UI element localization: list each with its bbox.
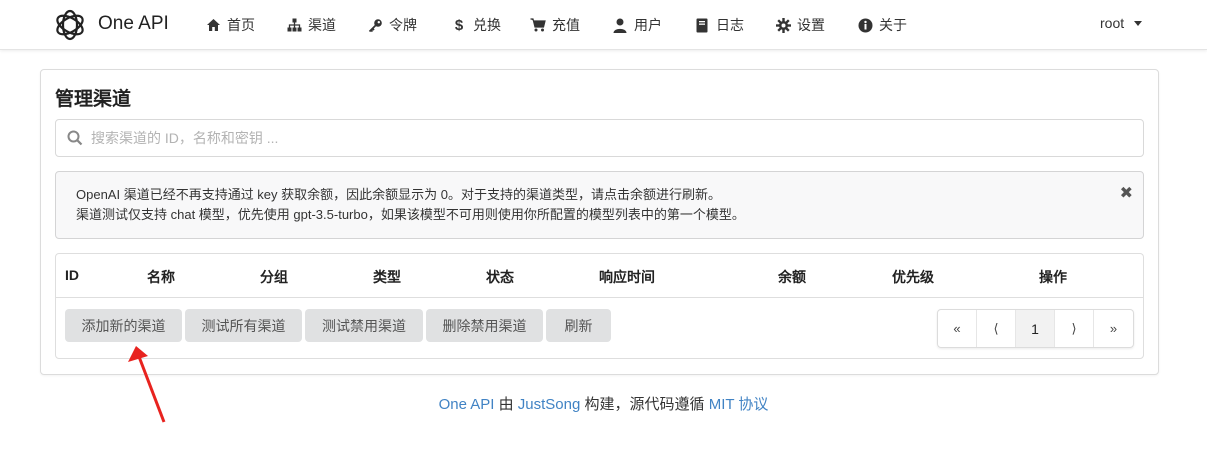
footer: One API 由 JustSong 构建，源代码遵循 MIT 协议	[0, 393, 1207, 414]
info-message: OpenAI 渠道已经不再支持通过 key 获取余额，因此余额显示为 0。对于支…	[55, 171, 1144, 239]
last-page-button[interactable]: »	[1094, 310, 1133, 347]
column-header-balance[interactable]: 余额	[778, 267, 806, 287]
brand-name[interactable]: One API	[98, 13, 169, 35]
dollar-icon: $	[454, 16, 464, 34]
nav-item-tokens[interactable]: 令牌	[367, 15, 417, 35]
top-navbar: One API 首页 渠道 令牌 $ 兑换 充值 用户 日志 设置 关于 roo…	[0, 0, 1207, 50]
nav-item-label: 令牌	[389, 17, 417, 33]
column-header-group[interactable]: 分组	[260, 267, 288, 287]
footer-app-link[interactable]: One API	[439, 396, 495, 413]
user-menu-dropdown[interactable]: root	[1100, 15, 1143, 31]
nav-item-channels[interactable]: 渠道	[286, 15, 336, 35]
first-page-button[interactable]: «	[938, 310, 977, 347]
nav-item-redeem[interactable]: $ 兑换	[451, 15, 501, 35]
channels-card: 管理渠道 OpenAI 渠道已经不再支持通过 key 获取余额，因此余额显示为 …	[40, 69, 1159, 375]
column-header-status[interactable]: 状态	[486, 267, 514, 287]
openai-logo-icon[interactable]	[52, 7, 88, 43]
nav-item-label: 首页	[227, 17, 255, 33]
username: root	[1100, 15, 1125, 31]
annotation-arrow-icon	[128, 346, 166, 423]
footer-text-mid: 构建，源代码遵循	[584, 396, 705, 413]
footer-license-link[interactable]: MIT 协议	[709, 396, 769, 413]
nav-item-label: 充值	[552, 17, 580, 33]
gear-icon	[775, 17, 791, 33]
refresh-button[interactable]: 刷新	[546, 309, 611, 342]
book-icon	[694, 17, 710, 33]
key-icon	[367, 17, 383, 33]
column-header-id[interactable]: ID	[65, 267, 79, 283]
delete-disabled-channels-button[interactable]: 删除禁用渠道	[426, 309, 543, 342]
channels-table: ID 名称 分组 类型 状态 响应时间 余额 优先级 操作 添加新的渠道 测试所…	[55, 253, 1144, 359]
footer-text-by: 由	[498, 396, 514, 413]
test-all-channels-button[interactable]: 测试所有渠道	[185, 309, 302, 342]
column-header-response-time[interactable]: 响应时间	[599, 267, 655, 287]
page-1-button[interactable]: 1	[1016, 310, 1055, 347]
nav-item-home[interactable]: 首页	[205, 15, 255, 35]
search-bar[interactable]	[55, 119, 1144, 157]
nav-item-about[interactable]: 关于	[857, 15, 907, 35]
caret-down-icon	[1134, 20, 1143, 26]
nav-item-topup[interactable]: 充值	[530, 15, 580, 35]
nav-item-label: 渠道	[308, 17, 336, 33]
sitemap-icon	[286, 17, 302, 33]
column-header-priority[interactable]: 优先级	[892, 267, 934, 287]
info-icon	[857, 17, 873, 33]
nav-item-logs[interactable]: 日志	[694, 15, 744, 35]
nav-item-label: 兑换	[473, 17, 501, 33]
search-input[interactable]	[91, 130, 1143, 146]
column-header-actions: 操作	[1039, 269, 1067, 285]
cart-icon	[530, 17, 546, 33]
column-header-name[interactable]: 名称	[147, 267, 175, 287]
table-header: ID 名称 分组 类型 状态 响应时间 余额 优先级 操作	[56, 254, 1143, 298]
nav-item-label: 关于	[879, 17, 907, 33]
nav-item-label: 用户	[634, 17, 662, 33]
home-icon	[205, 17, 221, 33]
pagination: « ⟨ 1 ⟩ »	[937, 309, 1134, 348]
message-line-2: 渠道测试仅支持 chat 模型，优先使用 gpt-3.5-turbo，如果该模型…	[76, 207, 745, 222]
close-icon[interactable]: ✖	[1120, 184, 1133, 204]
nav-item-users[interactable]: 用户	[612, 15, 662, 35]
nav-item-label: 日志	[716, 17, 744, 33]
message-line-1: OpenAI 渠道已经不再支持通过 key 获取余额，因此余额显示为 0。对于支…	[76, 187, 721, 202]
search-icon	[67, 130, 83, 146]
test-disabled-channels-button[interactable]: 测试禁用渠道	[305, 309, 423, 342]
nav-item-label: 设置	[797, 17, 825, 33]
footer-author-link[interactable]: JustSong	[518, 396, 581, 413]
page-title: 管理渠道	[55, 89, 132, 110]
user-icon	[612, 17, 628, 33]
next-page-button[interactable]: ⟩	[1055, 310, 1094, 347]
nav-item-settings[interactable]: 设置	[775, 15, 825, 35]
prev-page-button[interactable]: ⟨	[977, 310, 1016, 347]
column-header-type[interactable]: 类型	[373, 267, 401, 287]
